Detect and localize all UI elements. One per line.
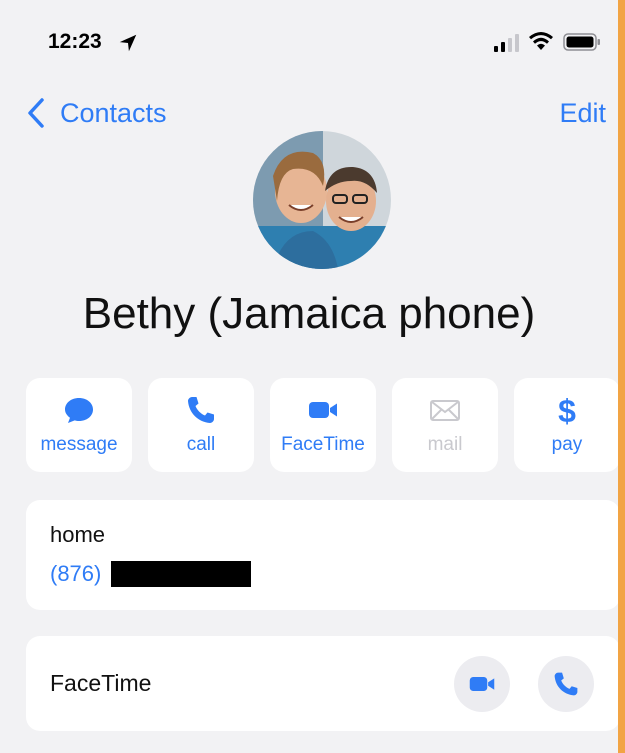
mail-action-button[interactable]: mail <box>392 378 498 472</box>
phone-type-label: home <box>50 522 106 547</box>
video-camera-icon <box>469 677 495 691</box>
envelope-icon <box>430 400 460 421</box>
phone-number-card: home (876) <box>26 500 618 610</box>
svg-text:$: $ <box>558 394 576 426</box>
facetime-row-label: FaceTime <box>50 670 152 696</box>
avatar <box>253 131 391 269</box>
message-action-button[interactable]: message <box>26 378 132 472</box>
mail-action-label: mail <box>427 434 463 455</box>
back-to-contacts-button[interactable]: Contacts <box>26 95 167 131</box>
pay-action-label: pay <box>551 434 583 455</box>
battery-icon <box>563 33 600 51</box>
phone-number-prefix: (876) <box>50 561 102 586</box>
location-arrow-icon <box>119 34 137 52</box>
video-camera-icon <box>309 402 337 418</box>
contact-detail-screen: 12:23 Contacts Edit Bethy (Jamaica phone… <box>0 0 618 753</box>
facetime-video-button[interactable] <box>454 656 510 712</box>
back-label: Contacts <box>60 97 167 128</box>
redaction-bar <box>111 561 252 587</box>
phone-icon <box>188 397 214 423</box>
facetime-action-button[interactable]: FaceTime <box>270 378 376 472</box>
wifi-icon <box>529 32 553 50</box>
status-time: 12:23 <box>48 30 102 53</box>
dollar-icon: $ <box>558 394 576 426</box>
edit-button[interactable]: Edit <box>559 95 606 131</box>
phone-number-link[interactable]: (876) <box>50 561 252 587</box>
call-action-button[interactable]: call <box>148 378 254 472</box>
facetime-audio-button[interactable] <box>538 656 594 712</box>
status-bar: 12:23 <box>0 0 618 80</box>
call-action-label: call <box>186 434 216 455</box>
message-action-label: message <box>40 434 118 455</box>
cellular-signal-icon <box>494 34 519 52</box>
facetime-card: FaceTime <box>26 636 618 731</box>
quick-actions: message call FaceTime mail $ pay <box>26 378 618 472</box>
pay-action-button[interactable]: $ pay <box>514 378 618 472</box>
message-bubble-icon <box>65 398 93 423</box>
avatar-photo <box>253 131 391 269</box>
chevron-left-icon <box>28 98 44 128</box>
facetime-action-label: FaceTime <box>281 434 365 455</box>
phone-icon <box>554 672 578 696</box>
contact-name: Bethy (Jamaica phone) <box>82 289 536 338</box>
